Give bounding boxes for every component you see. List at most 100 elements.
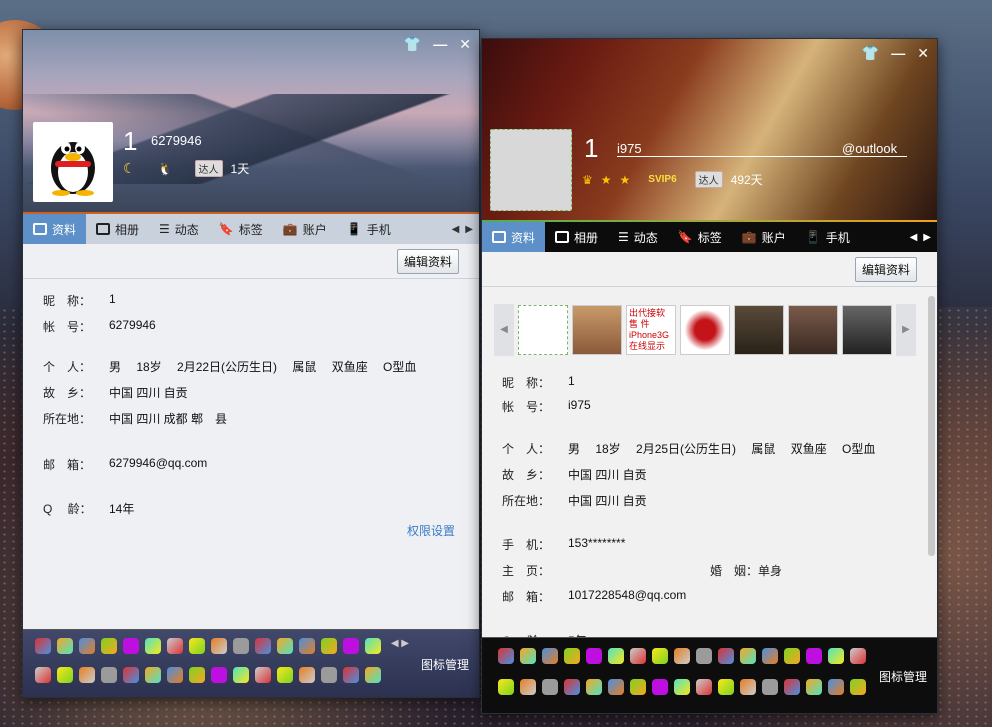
photo-thumb[interactable] bbox=[518, 305, 568, 355]
badge-icon[interactable] bbox=[630, 648, 646, 664]
badge-icon[interactable] bbox=[740, 648, 756, 664]
badge-icon[interactable] bbox=[586, 648, 602, 664]
badge-icon[interactable] bbox=[674, 648, 690, 664]
badge-icon[interactable] bbox=[850, 648, 866, 664]
badge-icon[interactable] bbox=[211, 667, 227, 683]
icon-manager-button[interactable]: 图标管理 bbox=[421, 656, 469, 673]
tab-album[interactable]: 相册 bbox=[545, 222, 608, 252]
badge-icon[interactable] bbox=[167, 667, 183, 683]
photo-thumb[interactable] bbox=[734, 305, 784, 355]
tab-tags[interactable]: 🔖 标签 bbox=[668, 222, 732, 252]
badge-icon[interactable] bbox=[145, 667, 161, 683]
tab-phone[interactable]: 📱 手机 bbox=[337, 214, 401, 244]
badge-icon[interactable] bbox=[145, 638, 161, 654]
tab-next-icon[interactable]: ▶ bbox=[923, 232, 931, 243]
edit-profile-button[interactable]: 编辑资料 bbox=[854, 256, 917, 282]
tab-account[interactable]: 💼 账户 bbox=[732, 222, 796, 252]
badge-icon[interactable] bbox=[652, 648, 668, 664]
badge-icon[interactable] bbox=[498, 648, 514, 664]
tab-profile[interactable]: 资料 bbox=[23, 214, 87, 244]
gallery-next-icon[interactable]: ▶ bbox=[896, 304, 916, 356]
badge-icon[interactable] bbox=[608, 679, 624, 695]
badge-icon[interactable] bbox=[806, 648, 822, 664]
badge-icon[interactable] bbox=[365, 638, 381, 654]
badge-icon[interactable] bbox=[167, 638, 183, 654]
badge-icon[interactable] bbox=[321, 667, 337, 683]
tab-prev-icon[interactable]: ◀ bbox=[910, 232, 918, 243]
photo-thumb[interactable] bbox=[572, 305, 622, 355]
badge-icon[interactable] bbox=[233, 667, 249, 683]
badge-icon[interactable] bbox=[123, 667, 139, 683]
tab-feed[interactable]: ☰ 动态 bbox=[608, 222, 668, 252]
badge-icon[interactable] bbox=[255, 667, 271, 683]
tab-album[interactable]: 相册 bbox=[86, 214, 149, 244]
photo-thumb[interactable] bbox=[680, 305, 730, 355]
close-button[interactable]: ✕ bbox=[459, 36, 471, 53]
badge-icon[interactable] bbox=[762, 679, 778, 695]
badge-icon[interactable] bbox=[299, 667, 315, 683]
close-button[interactable]: ✕ bbox=[917, 45, 929, 62]
badge-icon[interactable] bbox=[586, 679, 602, 695]
badge-icon[interactable] bbox=[828, 648, 844, 664]
avatar[interactable] bbox=[33, 122, 113, 202]
icon-next-icon[interactable]: ▶ bbox=[401, 638, 409, 649]
badge-icon[interactable] bbox=[674, 679, 690, 695]
badge-icon[interactable] bbox=[542, 679, 558, 695]
badge-icon[interactable] bbox=[57, 667, 73, 683]
badge-icon[interactable] bbox=[299, 638, 315, 654]
skin-icon[interactable]: 👕 bbox=[862, 45, 879, 62]
badge-icon[interactable] bbox=[189, 667, 205, 683]
badge-icon[interactable] bbox=[652, 679, 668, 695]
photo-thumb[interactable] bbox=[842, 305, 892, 355]
scrollbar[interactable] bbox=[928, 296, 935, 556]
badge-icon[interactable] bbox=[233, 638, 249, 654]
tab-phone[interactable]: 📱 手机 bbox=[796, 222, 860, 252]
edit-profile-button[interactable]: 编辑资料 bbox=[396, 248, 459, 274]
skin-icon[interactable]: 👕 bbox=[404, 36, 421, 53]
icon-manager-button[interactable]: 图标管理 bbox=[879, 668, 927, 685]
permission-settings-link[interactable]: 权限设置 bbox=[407, 522, 455, 539]
badge-icon[interactable] bbox=[79, 638, 95, 654]
badge-icon[interactable] bbox=[784, 679, 800, 695]
badge-icon[interactable] bbox=[762, 648, 778, 664]
badge-icon[interactable] bbox=[828, 679, 844, 695]
badge-icon[interactable] bbox=[564, 648, 580, 664]
badge-icon[interactable] bbox=[608, 648, 624, 664]
badge-icon[interactable] bbox=[35, 638, 51, 654]
tab-prev-icon[interactable]: ◀ bbox=[452, 224, 460, 235]
badge-icon[interactable] bbox=[101, 638, 117, 654]
badge-icon[interactable] bbox=[630, 679, 646, 695]
badge-icon[interactable] bbox=[365, 667, 381, 683]
badge-icon[interactable] bbox=[564, 679, 580, 695]
badge-icon[interactable] bbox=[189, 638, 205, 654]
gallery-prev-icon[interactable]: ◀ bbox=[494, 304, 514, 356]
badge-icon[interactable] bbox=[255, 638, 271, 654]
badge-icon[interactable] bbox=[211, 638, 227, 654]
badge-icon[interactable] bbox=[520, 648, 536, 664]
tab-account[interactable]: 💼 账户 bbox=[273, 214, 337, 244]
minimize-button[interactable]: — bbox=[433, 36, 447, 53]
icon-prev-icon[interactable]: ◀ bbox=[391, 638, 399, 649]
badge-icon[interactable] bbox=[696, 648, 712, 664]
badge-icon[interactable] bbox=[123, 638, 139, 654]
badge-icon[interactable] bbox=[718, 679, 734, 695]
badge-icon[interactable] bbox=[277, 638, 293, 654]
badge-icon[interactable] bbox=[542, 648, 558, 664]
badge-icon[interactable] bbox=[520, 679, 536, 695]
tab-tags[interactable]: 🔖 标签 bbox=[209, 214, 273, 244]
photo-thumb[interactable] bbox=[788, 305, 838, 355]
tab-feed[interactable]: ☰ 动态 bbox=[149, 214, 209, 244]
badge-icon[interactable] bbox=[343, 667, 359, 683]
badge-icon[interactable] bbox=[696, 679, 712, 695]
badge-icon[interactable] bbox=[498, 679, 514, 695]
badge-icon[interactable] bbox=[718, 648, 734, 664]
badge-icon[interactable] bbox=[321, 638, 337, 654]
badge-icon[interactable] bbox=[850, 679, 866, 695]
badge-icon[interactable] bbox=[740, 679, 756, 695]
tab-next-icon[interactable]: ▶ bbox=[465, 224, 473, 235]
badge-icon[interactable] bbox=[57, 638, 73, 654]
badge-icon[interactable] bbox=[101, 667, 117, 683]
badge-icon[interactable] bbox=[784, 648, 800, 664]
badge-icon[interactable] bbox=[806, 679, 822, 695]
photo-thumb[interactable]: 出代接软售 件 iPhone3G 在线显示 bbox=[626, 305, 676, 355]
